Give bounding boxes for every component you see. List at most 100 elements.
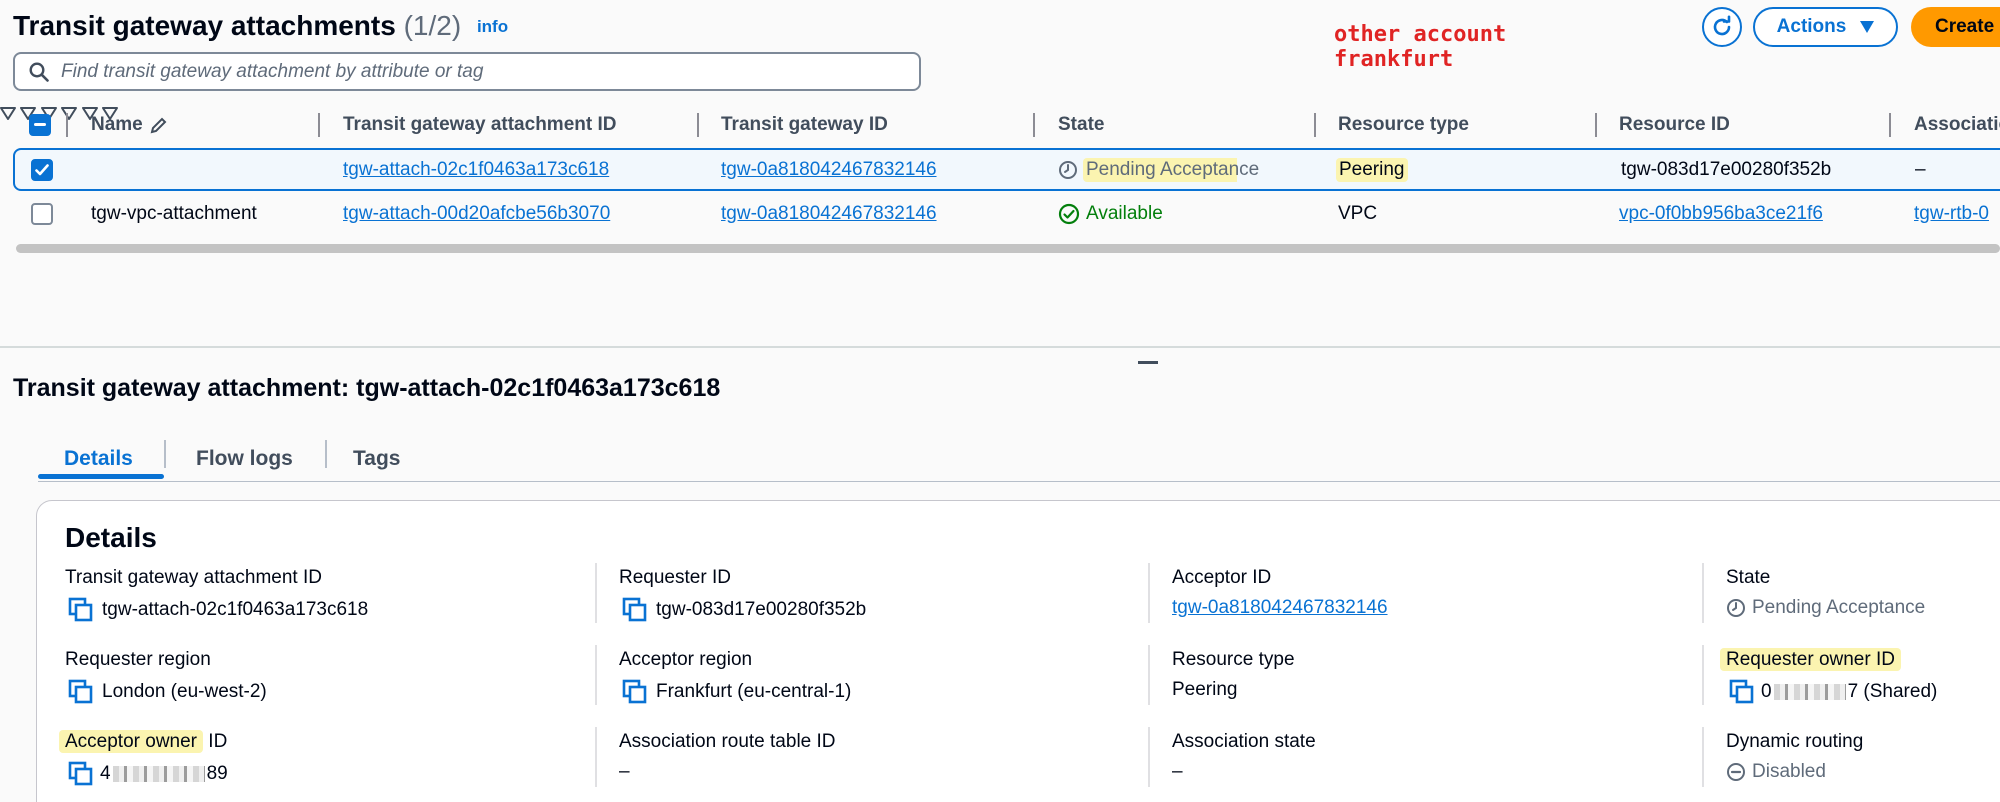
column-label: Resource type	[1338, 114, 1469, 135]
tab-separator	[164, 440, 166, 468]
field-value-requester-region: London (eu-west-2)	[68, 679, 267, 705]
field-value-acceptor-owner-id: 4 89	[68, 761, 228, 787]
value-suffix: 7 (Shared)	[1847, 681, 1938, 702]
search-bar[interactable]	[13, 52, 921, 91]
horizontal-scrollbar[interactable]	[16, 244, 2000, 253]
field-label-state: State	[1726, 567, 1771, 588]
label-text-rest: ID	[203, 731, 228, 752]
copy-icon[interactable]	[68, 679, 94, 705]
column-header-attachment-id[interactable]: Transit gateway attachment ID	[343, 107, 616, 143]
field-value-association-route-table: –	[619, 761, 630, 782]
cell-tgw-id-link[interactable]: tgw-0a818042467832146	[721, 192, 937, 235]
column-separator	[1148, 727, 1150, 787]
clock-icon	[1059, 160, 1077, 179]
detail-tabs: Details Flow logs Tags	[38, 438, 2000, 482]
field-label-requester-id: Requester ID	[619, 567, 731, 588]
page-title-text: Transit gateway attachments	[13, 10, 396, 41]
field-value-state: Pending Acceptance	[1726, 597, 1925, 619]
cell-state: Available	[1058, 192, 1163, 235]
field-label-association-route-table: Association route table ID	[619, 731, 836, 752]
state-text: Pending Acceptance	[1083, 157, 1263, 182]
create-label: Create	[1935, 16, 1995, 37]
check-circle-icon	[1058, 203, 1080, 224]
cell-association: –	[1915, 158, 1926, 180]
field-value-requester-id: tgw-083d17e00280f352b	[622, 597, 866, 623]
copy-icon[interactable]	[68, 597, 94, 623]
column-separator	[595, 645, 597, 705]
tab-separator	[325, 440, 327, 468]
column-header-state[interactable]: State	[1058, 107, 1104, 143]
sort-caret-icon[interactable]	[0, 107, 16, 120]
tab-flow-logs[interactable]: Flow logs	[196, 438, 293, 480]
field-value-requester-owner-id: 0 7 (Shared)	[1729, 679, 1937, 705]
copy-icon[interactable]	[622, 597, 648, 623]
create-button[interactable]: Create	[1911, 7, 2000, 47]
active-tab-indicator	[38, 474, 164, 479]
table-row[interactable]: tgw-vpc-attachment tgw-attach-00d20afcbe…	[0, 192, 2000, 235]
column-separator	[1702, 563, 1704, 623]
column-header-resource-id[interactable]: Resource ID	[1619, 107, 1730, 143]
copy-icon[interactable]	[622, 679, 648, 705]
copy-icon[interactable]	[68, 761, 94, 787]
resource-type-text: Peering	[1336, 157, 1408, 182]
cell-state: Pending Acceptance	[1058, 150, 1263, 189]
acceptor-id-link[interactable]: tgw-0a818042467832146	[1172, 597, 1388, 619]
disabled-icon	[1727, 763, 1745, 781]
cell-attachment-id-link[interactable]: tgw-attach-02c1f0463a173c618	[343, 150, 609, 189]
column-separator	[1314, 113, 1316, 137]
caret-down-icon	[1860, 21, 1875, 33]
copy-icon[interactable]	[1729, 679, 1755, 705]
cell-resource-type: Peering	[1336, 150, 1408, 189]
refresh-button[interactable]	[1702, 7, 1742, 47]
label-text: Requester owner ID	[1720, 648, 1901, 671]
field-value-attachment-id: tgw-attach-02c1f0463a173c618	[68, 597, 368, 623]
column-header-tgw-id[interactable]: Transit gateway ID	[721, 107, 888, 143]
search-input[interactable]	[61, 60, 901, 83]
field-value-dynamic-routing: Disabled	[1726, 761, 1826, 783]
clock-icon	[1727, 599, 1745, 617]
actions-label: Actions	[1776, 16, 1847, 37]
detail-title: Transit gateway attachment: tgw-attach-0…	[13, 374, 721, 402]
info-link[interactable]: info	[477, 17, 508, 36]
field-label-acceptor-id: Acceptor ID	[1172, 567, 1272, 588]
column-separator	[1595, 113, 1597, 137]
cell-association-link[interactable]: tgw-rtb-0	[1914, 192, 1989, 235]
field-label-requester-region: Requester region	[65, 649, 211, 670]
redacted-mask	[112, 766, 205, 782]
annotation-note: other account frankfurt	[1334, 22, 1507, 72]
actions-button[interactable]: Actions	[1753, 7, 1898, 47]
sort-caret-icon[interactable]	[61, 107, 78, 120]
value-text: London (eu-west-2)	[102, 681, 267, 702]
column-label: Name	[91, 114, 143, 135]
table-row[interactable]: tgw-attach-02c1f0463a173c618 tgw-0a81804…	[13, 148, 2000, 191]
select-all-checkbox[interactable]	[29, 107, 51, 143]
label-text: Acceptor owner	[59, 730, 204, 753]
cell-resource-id: tgw-083d17e00280f352b	[1621, 158, 1832, 180]
column-header-association[interactable]: Associatio	[1914, 107, 2000, 143]
column-separator	[318, 113, 320, 137]
row-checkbox[interactable]	[31, 192, 53, 235]
state-text: Available	[1086, 202, 1163, 224]
field-value-association-state: –	[1172, 761, 1183, 782]
split-resize-handle[interactable]	[1138, 361, 1158, 364]
value-text: Pending Acceptance	[1752, 597, 1926, 618]
row-checkbox[interactable]	[31, 150, 53, 189]
column-label: Transit gateway ID	[721, 114, 888, 135]
tab-tags[interactable]: Tags	[353, 438, 400, 480]
value-prefix: 4	[100, 763, 111, 784]
column-separator	[697, 113, 699, 137]
minus-icon	[34, 123, 46, 126]
details-card	[36, 500, 2000, 802]
field-label-dynamic-routing: Dynamic routing	[1726, 731, 1864, 752]
cell-tgw-id-link[interactable]: tgw-0a818042467832146	[721, 150, 937, 189]
column-header-resource-type[interactable]: Resource type	[1338, 107, 1469, 143]
column-separator	[1702, 727, 1704, 787]
cell-name: tgw-vpc-attachment	[91, 202, 257, 224]
column-separator	[66, 113, 68, 137]
column-label: Associatio	[1914, 114, 2000, 135]
search-icon	[29, 61, 49, 82]
value-text: Disabled	[1752, 761, 1826, 782]
column-header-name[interactable]: Name	[91, 107, 169, 143]
cell-resource-id-link[interactable]: vpc-0f0bb956ba3ce21f6	[1619, 192, 1823, 235]
cell-attachment-id-link[interactable]: tgw-attach-00d20afcbe56b3070	[343, 192, 610, 235]
